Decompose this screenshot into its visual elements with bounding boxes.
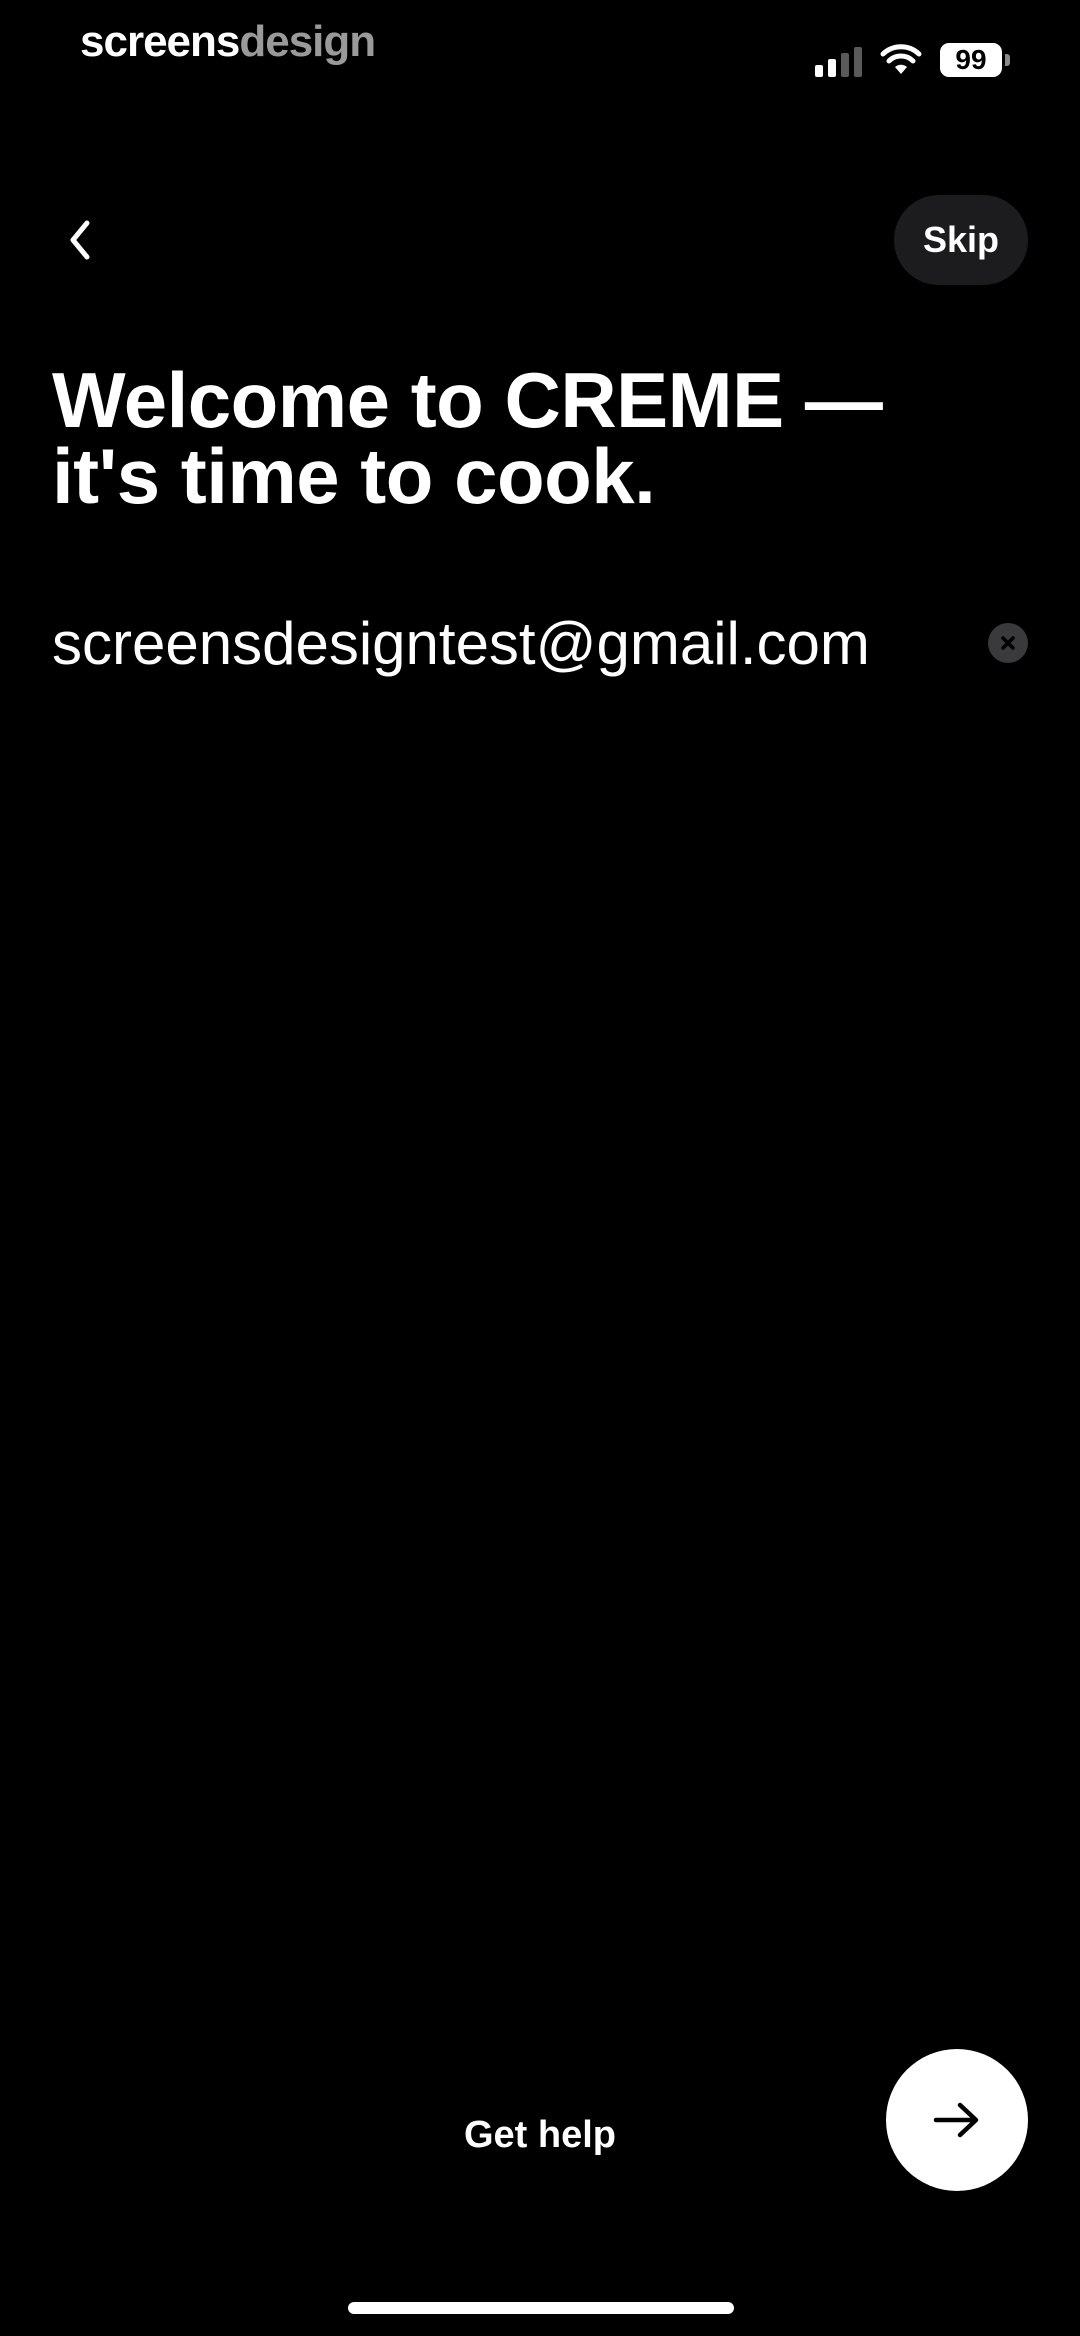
battery-indicator: 99 — [940, 43, 1010, 77]
chevron-left-icon — [67, 219, 93, 261]
email-field[interactable] — [52, 600, 978, 686]
home-indicator — [348, 2302, 734, 2314]
brand-logo-part2: design — [239, 17, 376, 66]
battery-level: 99 — [940, 43, 1002, 77]
back-button[interactable] — [50, 200, 110, 280]
clear-email-button[interactable] — [988, 623, 1028, 663]
status-icons: 99 — [815, 40, 1010, 80]
brand-logo-part1: screens — [80, 17, 240, 66]
page-title: Welcome to CREME — it's time to cook. — [52, 356, 883, 520]
cellular-signal-icon — [815, 43, 862, 77]
next-button[interactable] — [886, 2049, 1028, 2191]
wifi-icon — [880, 44, 922, 76]
clear-x-icon — [999, 634, 1017, 652]
brand-logo: screensdesign — [80, 17, 376, 66]
status-bar: screensdesign 99 — [0, 0, 1080, 110]
skip-button[interactable]: Skip — [894, 195, 1028, 285]
battery-cap — [1005, 54, 1010, 66]
arrow-right-icon — [932, 2100, 982, 2140]
email-row — [52, 600, 1028, 686]
